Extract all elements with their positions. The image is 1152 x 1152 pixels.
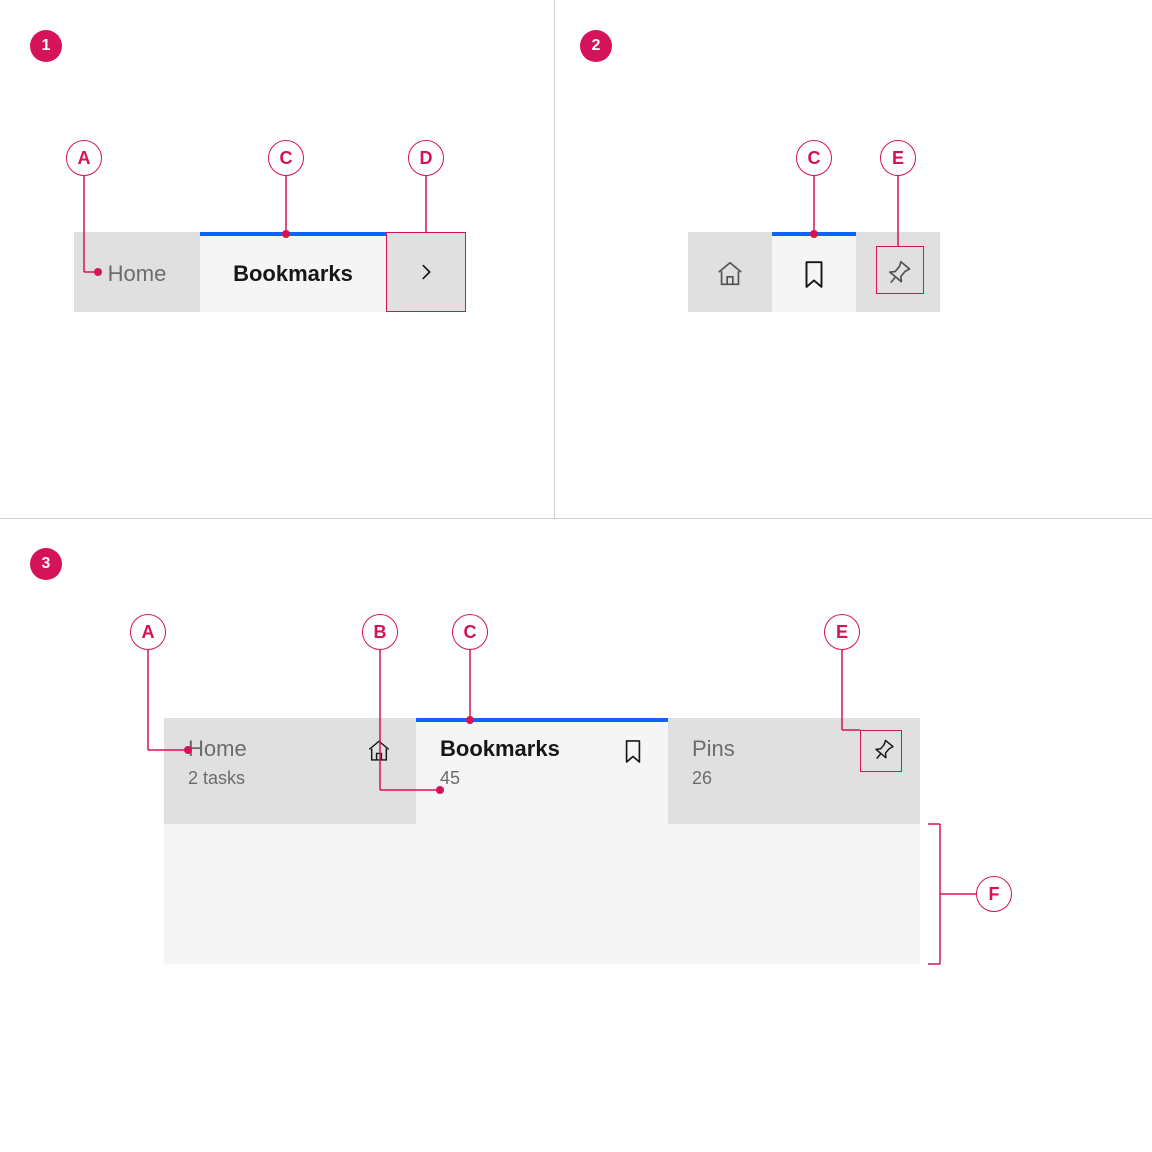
callout-dot [466, 716, 474, 724]
tab-subtext: 45 [440, 768, 560, 789]
highlight-D [386, 232, 466, 312]
tab-content-panel [164, 824, 920, 964]
section-badge-2: 2 [580, 30, 612, 62]
callout-C: C [268, 140, 304, 176]
divider-horizontal [0, 518, 1152, 519]
tab-subtext: 26 [692, 768, 735, 789]
connector-lines [0, 0, 1152, 1152]
callout-B: B [362, 614, 398, 650]
tab-subtext: 2 tasks [188, 768, 247, 789]
home-icon [366, 738, 392, 824]
section-badge-3: 3 [30, 548, 62, 580]
callout-dot [436, 786, 444, 794]
tab-title: Pins [692, 736, 735, 762]
callout-C: C [796, 140, 832, 176]
tab-home[interactable]: Home [74, 232, 200, 312]
callout-D: D [408, 140, 444, 176]
bookmark-icon [622, 738, 644, 824]
callout-A: A [66, 140, 102, 176]
home-icon [715, 259, 745, 289]
tab-title: Home [188, 736, 247, 762]
divider-vertical [554, 0, 555, 518]
callout-E: E [824, 614, 860, 650]
callout-dot [810, 230, 818, 238]
tab-label: Bookmarks [233, 261, 353, 287]
tab-title: Bookmarks [440, 736, 560, 762]
callout-A: A [130, 614, 166, 650]
bigtab-home[interactable]: Home 2 tasks [164, 718, 416, 824]
callout-dot [94, 268, 102, 276]
highlight-E [860, 730, 902, 772]
bookmark-icon [800, 259, 828, 289]
tab-label: Home [108, 261, 167, 287]
callout-dot [184, 746, 192, 754]
callout-F: F [976, 876, 1012, 912]
callout-dot [282, 230, 290, 238]
highlight-E [876, 246, 924, 294]
tab-bookmarks[interactable]: Bookmarks [200, 232, 386, 312]
callout-C: C [452, 614, 488, 650]
section-badge-1: 1 [30, 30, 62, 62]
bigtab-bookmarks[interactable]: Bookmarks 45 [416, 718, 668, 824]
callout-E: E [880, 140, 916, 176]
tabbar-large: Home 2 tasks Bookmarks 45 Pins 26 [164, 718, 920, 824]
tab-icon-home[interactable] [688, 232, 772, 312]
tab-icon-bookmark[interactable] [772, 232, 856, 312]
